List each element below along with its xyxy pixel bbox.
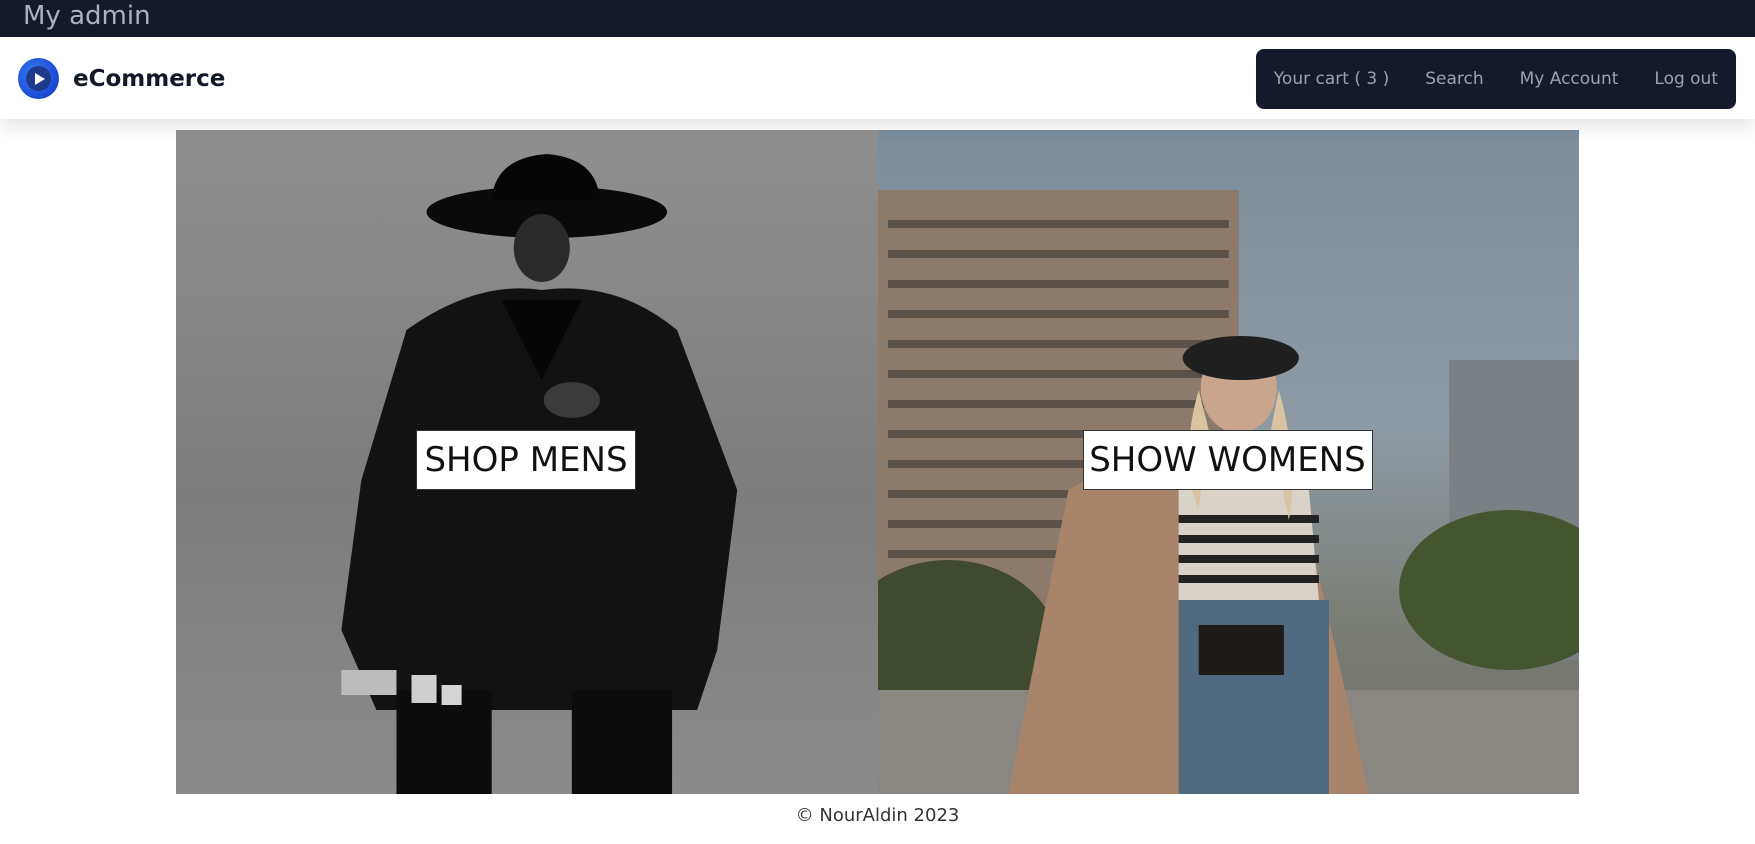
main-menu: Your cart ( 3 ) Search My Account Log ou…: [1255, 49, 1736, 109]
admin-title[interactable]: My admin: [23, 1, 151, 31]
navbar: eCommerce Your cart ( 3 ) Search My Acco…: [0, 37, 1755, 119]
cart-link[interactable]: Your cart ( 3 ): [1274, 69, 1389, 89]
brand[interactable]: eCommerce: [18, 58, 225, 99]
search-link[interactable]: Search: [1425, 69, 1483, 89]
womens-panel[interactable]: SHOW WOMENS: [877, 130, 1579, 794]
brand-name: eCommerce: [73, 65, 226, 92]
play-logo-icon: [18, 58, 59, 99]
hero-banner: SHOP MENS SHOW WOMENS: [176, 130, 1579, 794]
shop-womens-button[interactable]: SHOW WOMENS: [1082, 430, 1373, 490]
shop-mens-button[interactable]: SHOP MENS: [416, 430, 636, 490]
admin-bar: My admin: [0, 0, 1755, 37]
logout-link[interactable]: Log out: [1654, 69, 1718, 89]
my-account-link[interactable]: My Account: [1520, 69, 1619, 89]
footer-copyright: © NourAldin 2023: [795, 805, 960, 826]
mens-panel[interactable]: SHOP MENS: [176, 130, 878, 794]
